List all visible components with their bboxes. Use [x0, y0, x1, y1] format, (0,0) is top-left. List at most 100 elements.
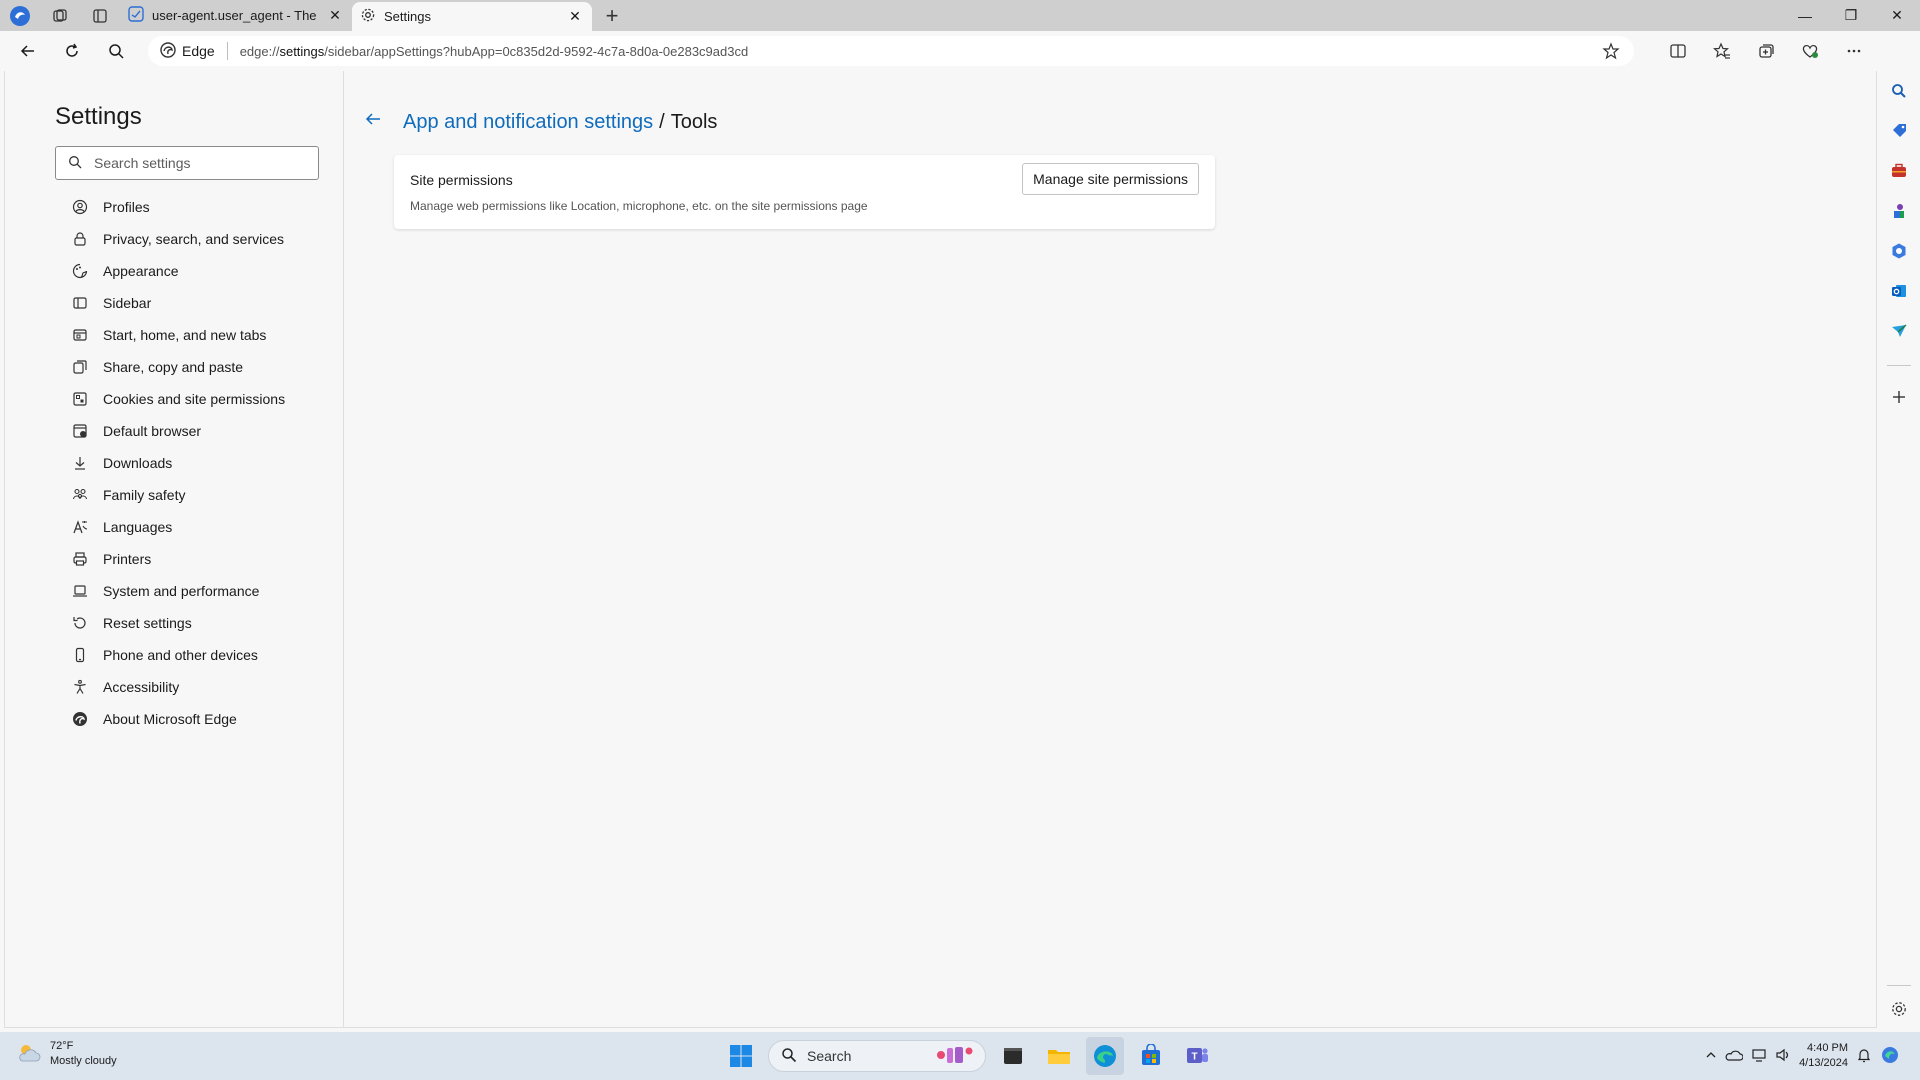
copilot-tray-icon[interactable]: [1880, 1045, 1900, 1068]
reset-icon: [71, 614, 89, 632]
volume-icon[interactable]: [1775, 1048, 1791, 1065]
sidebar-item-label: System and performance: [103, 583, 260, 599]
back-button[interactable]: [6, 31, 50, 71]
family-icon: [71, 486, 89, 504]
tab-settings[interactable]: Settings ✕: [352, 2, 592, 31]
edge-sidebar: [1877, 31, 1920, 1028]
refresh-button[interactable]: [50, 31, 94, 71]
sidebar-item-downloads[interactable]: Downloads: [63, 447, 333, 479]
sidebar-item-profiles[interactable]: Profiles: [63, 191, 333, 223]
close-tab-icon[interactable]: ✕: [326, 7, 344, 24]
tab-user-agent[interactable]: user-agent.user_agent - The Coll ✕: [120, 0, 352, 31]
sidebar-item-start-home[interactable]: Start, home, and new tabs: [63, 319, 333, 351]
drop-send-icon[interactable]: [1877, 311, 1920, 351]
breadcrumb-current: Tools: [670, 110, 718, 133]
favorites-icon[interactable]: [1700, 31, 1744, 71]
microsoft-store-icon[interactable]: [1132, 1037, 1170, 1075]
more-options-icon[interactable]: [1832, 31, 1876, 71]
workspaces-icon[interactable]: [40, 0, 80, 31]
sidebar-item-family-safety[interactable]: Family safety: [63, 479, 333, 511]
close-tab-icon[interactable]: ✕: [566, 8, 584, 25]
edge-logo-icon: [71, 710, 89, 728]
split-screen-icon[interactable]: [1656, 31, 1700, 71]
sidebar-item-label: Phone and other devices: [103, 647, 258, 663]
tools-briefcase-icon[interactable]: [1877, 151, 1920, 191]
network-icon[interactable]: [1751, 1048, 1767, 1065]
taskbar-apps: Search T: [722, 1036, 1216, 1076]
windows-start-icon[interactable]: [722, 1037, 760, 1075]
sidebar-item-accessibility[interactable]: Accessibility: [63, 671, 333, 703]
edge-browser-icon[interactable]: [1086, 1037, 1124, 1075]
back-arrow-icon[interactable]: [363, 109, 389, 135]
breadcrumb-parent-link[interactable]: App and notification settings: [403, 111, 653, 134]
sidebar-item-label: Downloads: [103, 455, 173, 471]
shopping-tag-icon[interactable]: [1877, 111, 1920, 151]
search-input[interactable]: [94, 155, 294, 171]
settings-content: App and notification settings / Tools Si…: [345, 71, 1875, 1028]
address-bar[interactable]: Edge edge://settings/sidebar/appSettings…: [148, 36, 1634, 66]
tab-actions-icon[interactable]: [80, 0, 120, 31]
sidebar-item-label: Share, copy and paste: [103, 359, 244, 375]
minimize-button[interactable]: —: [1782, 0, 1828, 31]
url-path: /sidebar/appSettings?hubApp=0c835d2d-959…: [324, 43, 749, 59]
sidebar-item-languages[interactable]: Languages: [63, 511, 333, 543]
taskbar-search[interactable]: Search: [768, 1040, 986, 1072]
sidebar-item-label: Start, home, and new tabs: [103, 327, 267, 343]
onedrive-icon[interactable]: [1725, 1048, 1744, 1065]
search-box[interactable]: [55, 146, 319, 180]
teams-icon[interactable]: T: [1178, 1037, 1216, 1075]
add-sidebar-app-icon[interactable]: [1877, 377, 1920, 417]
browser-essentials-icon[interactable]: [1788, 31, 1832, 71]
sidebar-item-phone[interactable]: Phone and other devices: [63, 639, 333, 671]
chevron-up-icon[interactable]: [1705, 1049, 1717, 1064]
sidebar-item-printers[interactable]: Printers: [63, 543, 333, 575]
search-icon: [781, 1047, 797, 1066]
site-label: Edge: [182, 43, 215, 59]
sidebar-item-label: Appearance: [103, 263, 179, 279]
microsoft-365-icon[interactable]: [1877, 231, 1920, 271]
settings-nav: Profiles Privacy, search, and services A…: [63, 191, 333, 735]
favorite-star-icon[interactable]: [1602, 42, 1620, 63]
search-highlight-icon: [933, 1043, 977, 1070]
sidebar-item-appearance[interactable]: Appearance: [63, 255, 333, 287]
outlook-icon[interactable]: [1877, 271, 1920, 311]
sidebar-item-cookies[interactable]: Cookies and site permissions: [63, 383, 333, 415]
close-window-button[interactable]: ✕: [1874, 0, 1920, 31]
browser-icon: [71, 422, 89, 440]
file-explorer-icon[interactable]: [1040, 1037, 1078, 1075]
sidebar-search-icon[interactable]: [1877, 71, 1920, 111]
sidebar-settings-icon[interactable]: [1877, 989, 1920, 1029]
card-title: Site permissions: [410, 172, 513, 188]
language-icon: [71, 518, 89, 536]
sidebar-item-system[interactable]: System and performance: [63, 575, 333, 607]
sidebar-icon: [71, 294, 89, 312]
sidebar-item-label: Family safety: [103, 487, 186, 503]
manage-site-permissions-button[interactable]: Manage site permissions: [1022, 163, 1199, 195]
sidebar-item-privacy[interactable]: Privacy, search, and services: [63, 223, 333, 255]
notification-bell-icon[interactable]: [1856, 1047, 1872, 1066]
search-icon[interactable]: [94, 31, 138, 71]
clock-time: 4:40 PM: [1807, 1042, 1848, 1054]
sidebar-item-label: Printers: [103, 551, 152, 567]
sidebar-item-sidebar[interactable]: Sidebar: [63, 287, 333, 319]
sidebar-item-default-browser[interactable]: Default browser: [63, 415, 333, 447]
sidebar-divider: [1887, 365, 1911, 366]
cookie-icon: [71, 390, 89, 408]
collections-icon[interactable]: [1744, 31, 1788, 71]
copilot-app-icon[interactable]: [0, 0, 40, 31]
sidebar-item-about[interactable]: About Microsoft Edge: [63, 703, 333, 735]
sidebar-item-share-copy-paste[interactable]: Share, copy and paste: [63, 351, 333, 383]
games-icon[interactable]: [1877, 191, 1920, 231]
clock[interactable]: 4:40 PM 4/13/2024: [1799, 1041, 1848, 1071]
restore-button[interactable]: ❐: [1828, 0, 1874, 31]
url-text[interactable]: edge://settings/sidebar/appSettings?hubA…: [228, 44, 749, 59]
site-identity[interactable]: Edge: [160, 41, 228, 60]
sidebar-item-label: Accessibility: [103, 679, 180, 695]
new-tab-button[interactable]: +: [592, 0, 632, 31]
terminal-app-icon[interactable]: [994, 1037, 1032, 1075]
tab-title: user-agent.user_agent - The Coll: [152, 8, 318, 23]
url-host: settings: [279, 43, 325, 59]
cloud-sun-icon: [16, 1042, 42, 1067]
sidebar-item-reset[interactable]: Reset settings: [63, 607, 333, 639]
weather-widget[interactable]: 72°F Mostly cloudy: [16, 1039, 117, 1069]
